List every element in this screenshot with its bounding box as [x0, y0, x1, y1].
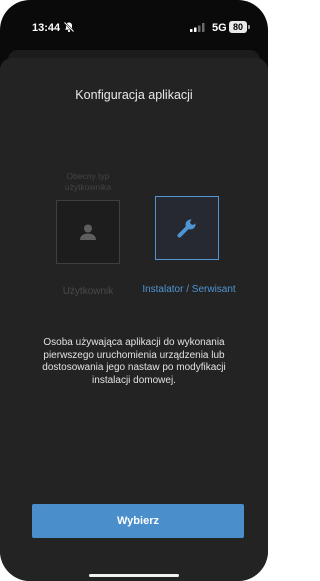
user-type-label: Użytkownik: [62, 286, 114, 297]
page-title: Konfiguracja aplikacji: [75, 88, 193, 102]
bell-off-icon: [63, 21, 75, 33]
status-bar: 13:44 5G 80: [0, 0, 268, 46]
wrench-icon: [177, 217, 198, 238]
current-type-label: Obecny typ użytkownika: [64, 171, 112, 192]
network-type: 5G: [212, 22, 227, 34]
home-indicator[interactable]: [89, 574, 179, 577]
installer-type-label: Instalator / Serwisant: [142, 284, 236, 295]
installer-type-option[interactable]: [155, 196, 219, 260]
battery-indicator: 80: [229, 21, 250, 33]
person-icon: [80, 224, 96, 240]
signal-icon: [190, 23, 205, 32]
status-time: 13:44: [32, 22, 61, 34]
select-button[interactable]: Wybierz: [32, 504, 244, 538]
type-description: Osoba używająca aplikacji do wykonania p…: [42, 337, 226, 386]
configuration-sheet: Konfiguracja aplikacji Obecny typ użytko…: [0, 58, 268, 581]
user-type-option[interactable]: [56, 200, 120, 264]
phone-screen: 13:44 5G 80 Konfiguracja aplikacji Obecn…: [0, 0, 268, 581]
